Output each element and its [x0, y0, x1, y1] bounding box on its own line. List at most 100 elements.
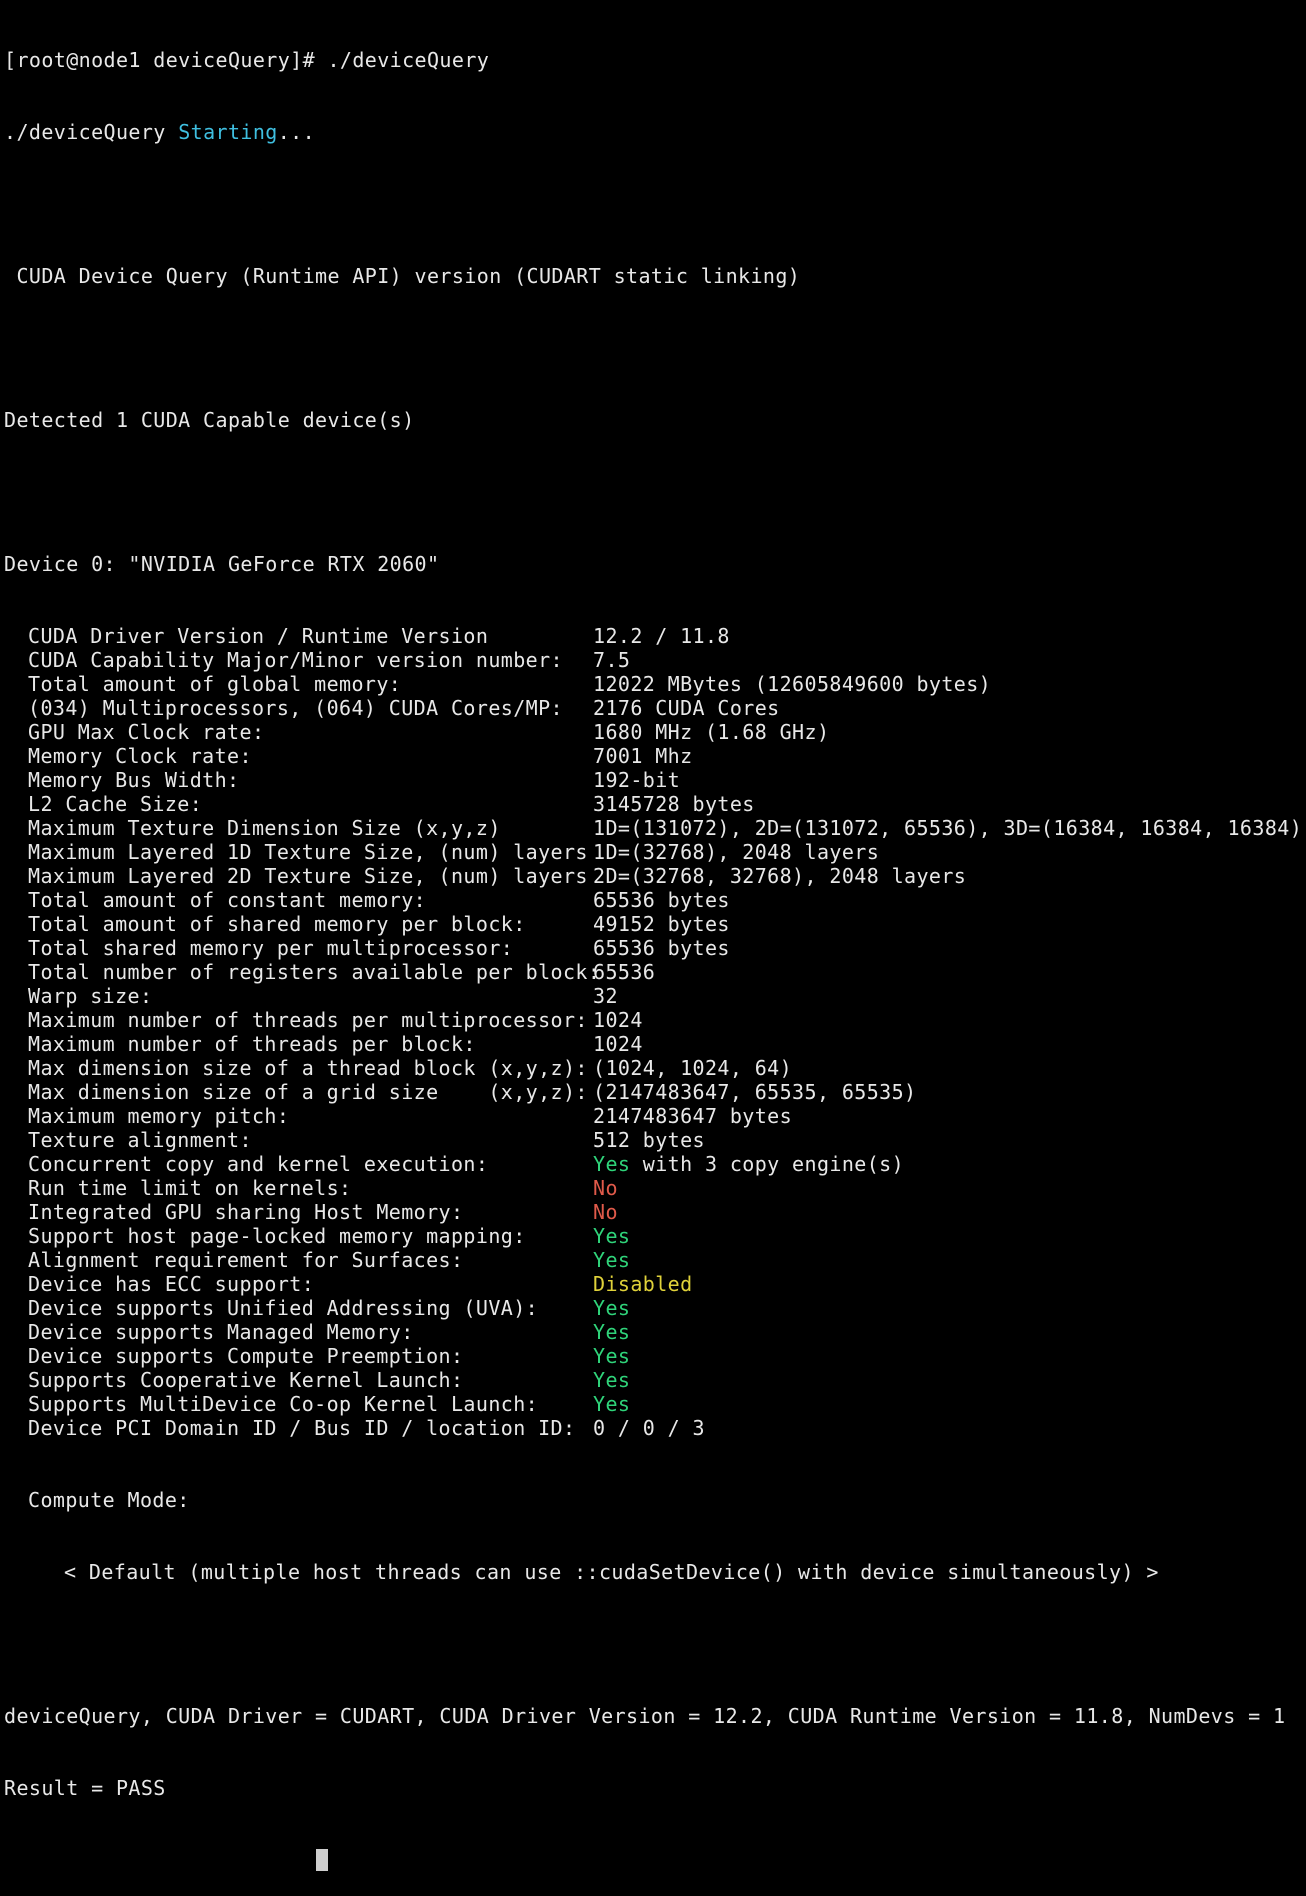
property-value: 3145728 bytes [593, 792, 755, 816]
terminal-window[interactable]: [root@node1 deviceQuery]# ./deviceQuery … [4, 0, 1304, 1871]
property-row: Maximum number of threads per block: 1024 [4, 1032, 1304, 1056]
property-row: Maximum Texture Dimension Size (x,y,z) 1D… [4, 816, 1304, 840]
property-value: No [593, 1200, 618, 1224]
property-value: Yes [593, 1248, 631, 1272]
property-row: Device supports Managed Memory: Yes [4, 1320, 1304, 1344]
property-value: Disabled [593, 1272, 693, 1296]
property-row: Device supports Compute Preemption: Yes [4, 1344, 1304, 1368]
property-label: L2 Cache Size: [28, 792, 203, 816]
property-label: Integrated GPU sharing Host Memory: [28, 1200, 464, 1224]
property-row: Alignment requirement for Surfaces: Yes [4, 1248, 1304, 1272]
property-value: 32 [593, 984, 618, 1008]
starting-word: Starting [178, 120, 278, 144]
property-label: Memory Bus Width: [28, 768, 240, 792]
property-row: L2 Cache Size: 3145728 bytes [4, 792, 1304, 816]
property-label: CUDA Capability Major/Minor version numb… [28, 648, 563, 672]
property-row: Supports Cooperative Kernel Launch: Yes [4, 1368, 1304, 1392]
property-label: Support host page-locked memory mapping: [28, 1224, 526, 1248]
starting-prefix: ./deviceQuery [4, 120, 179, 144]
property-row: Memory Bus Width: 192-bit [4, 768, 1304, 792]
property-value: 0 / 0 / 3 [593, 1416, 705, 1440]
property-row: Total amount of shared memory per block:… [4, 912, 1304, 936]
starting-line: ./deviceQuery Starting... [4, 120, 1304, 144]
terminal-cursor[interactable] [316, 1849, 328, 1871]
property-label: Maximum number of threads per multiproce… [28, 1008, 588, 1032]
property-row: GPU Max Clock rate: 1680 MHz (1.68 GHz) [4, 720, 1304, 744]
property-row: CUDA Driver Version / Runtime Version 12.… [4, 624, 1304, 648]
property-label: Total number of registers available per … [28, 960, 601, 984]
property-row: Supports MultiDevice Co-op Kernel Launch… [4, 1392, 1304, 1416]
property-value: Yes [593, 1152, 631, 1176]
property-row: Device has ECC support: Disabled [4, 1272, 1304, 1296]
property-label: CUDA Driver Version / Runtime Version [28, 624, 489, 648]
compute-mode-value: < Default (multiple host threads can use… [64, 1560, 1159, 1584]
property-value: Yes [593, 1296, 631, 1320]
property-row: Run time limit on kernels: No [4, 1176, 1304, 1200]
property-label: Maximum Layered 2D Texture Size, (num) l… [28, 864, 588, 888]
property-value: (1024, 1024, 64) [593, 1056, 793, 1080]
property-value: 1D=(32768), 2048 layers [593, 840, 880, 864]
property-row: Maximum Layered 2D Texture Size, (num) l… [4, 864, 1304, 888]
property-value: Yes [593, 1392, 631, 1416]
property-label: Device supports Managed Memory: [28, 1320, 414, 1344]
property-value: No [593, 1176, 618, 1200]
property-value: 12.2 / 11.8 [593, 624, 730, 648]
property-row: Maximum memory pitch: 2147483647 bytes [4, 1104, 1304, 1128]
property-row: Integrated GPU sharing Host Memory: No [4, 1200, 1304, 1224]
compute-mode-label: Compute Mode: [28, 1488, 190, 1512]
starting-suffix: ... [277, 120, 316, 144]
property-label: Device supports Compute Preemption: [28, 1344, 464, 1368]
property-value: 65536 [593, 960, 656, 984]
property-label: (034) Multiprocessors, (064) CUDA Cores/… [28, 696, 563, 720]
property-label: Memory Clock rate: [28, 744, 252, 768]
property-row: Maximum Layered 1D Texture Size, (num) l… [4, 840, 1304, 864]
property-row: Maximum number of threads per multiproce… [4, 1008, 1304, 1032]
property-row: Total amount of constant memory: 65536 by… [4, 888, 1304, 912]
property-label: Total shared memory per multiprocessor: [28, 936, 514, 960]
query-header: CUDA Device Query (Runtime API) version … [4, 264, 801, 288]
property-label: Total amount of constant memory: [28, 888, 427, 912]
property-label: Run time limit on kernels: [28, 1176, 352, 1200]
property-value: Yes [593, 1368, 631, 1392]
property-label: Maximum Layered 1D Texture Size, (num) l… [28, 840, 588, 864]
property-row: Support host page-locked memory mapping:… [4, 1224, 1304, 1248]
property-value: 2176 CUDA Cores [593, 696, 780, 720]
property-label: Alignment requirement for Surfaces: [28, 1248, 464, 1272]
property-label: Device has ECC support: [28, 1272, 315, 1296]
property-row: Total amount of global memory: 12022 MByt… [4, 672, 1304, 696]
property-row: Device supports Unified Addressing (UVA)… [4, 1296, 1304, 1320]
property-value-suffix: with 3 copy engine(s) [630, 1152, 905, 1176]
property-label: GPU Max Clock rate: [28, 720, 265, 744]
property-value: 192-bit [593, 768, 681, 792]
property-label: Total amount of global memory: [28, 672, 402, 696]
property-row: CUDA Capability Major/Minor version numb… [4, 648, 1304, 672]
device-title: Device 0: "NVIDIA GeForce RTX 2060" [4, 552, 440, 576]
property-row: Max dimension size of a grid size (x,y,z… [4, 1080, 1304, 1104]
property-value: 2D=(32768, 32768), 2048 layers [593, 864, 967, 888]
property-value: 1680 MHz (1.68 GHz) [593, 720, 830, 744]
property-value: 2147483647 bytes [593, 1104, 793, 1128]
property-row: Memory Clock rate: 7001 Mhz [4, 744, 1304, 768]
property-label: Maximum Texture Dimension Size (x,y,z) [28, 816, 501, 840]
device-properties: CUDA Driver Version / Runtime Version 12.… [4, 624, 1304, 1440]
property-value: (2147483647, 65535, 65535) [593, 1080, 917, 1104]
property-label: Device supports Unified Addressing (UVA)… [28, 1296, 539, 1320]
property-value: 7.5 [593, 648, 631, 672]
property-row: Warp size: 32 [4, 984, 1304, 1008]
property-label: Supports Cooperative Kernel Launch: [28, 1368, 464, 1392]
property-value: 1024 [593, 1008, 643, 1032]
property-label: Max dimension size of a thread block (x,… [28, 1056, 588, 1080]
property-value: 7001 Mhz [593, 744, 693, 768]
property-value: 1024 [593, 1032, 643, 1056]
property-label: Supports MultiDevice Co-op Kernel Launch… [28, 1392, 539, 1416]
property-value: 12022 MBytes (12605849600 bytes) [593, 672, 992, 696]
property-value: 49152 bytes [593, 912, 730, 936]
property-label: Total amount of shared memory per block: [28, 912, 526, 936]
property-value: Yes [593, 1344, 631, 1368]
property-row: Device PCI Domain ID / Bus ID / location… [4, 1416, 1304, 1440]
property-row: (034) Multiprocessors, (064) CUDA Cores/… [4, 696, 1304, 720]
